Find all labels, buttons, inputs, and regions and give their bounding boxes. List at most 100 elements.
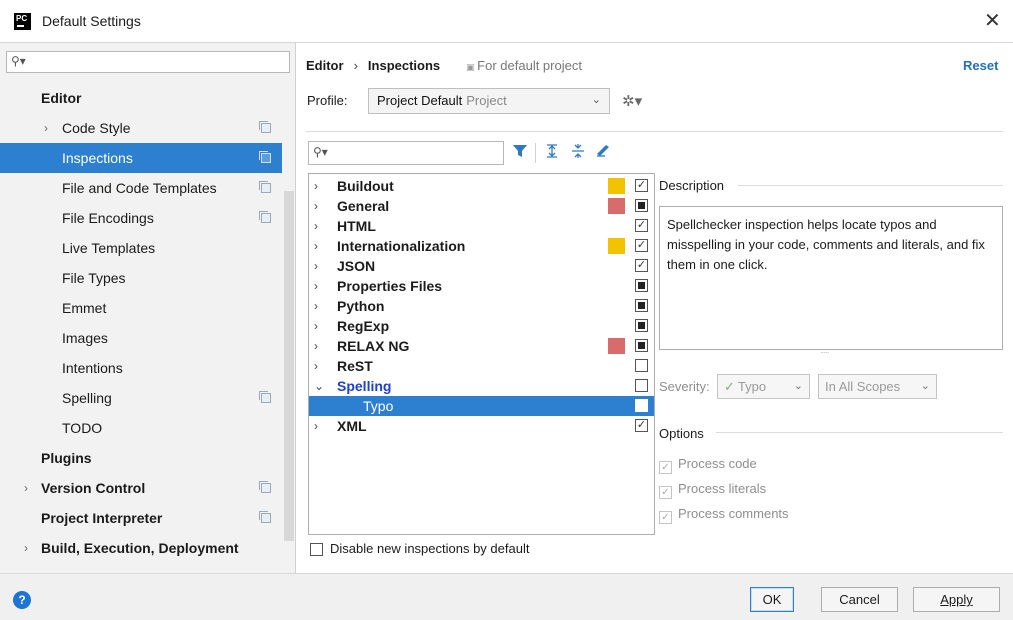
inspections-search-input[interactable]: ⚲▾ [308, 141, 504, 165]
enable-checkbox[interactable] [635, 379, 648, 392]
chevron-right-icon[interactable]: › [314, 356, 318, 376]
project-level-icon [259, 391, 271, 403]
enable-checkbox[interactable]: ✓ [635, 219, 648, 232]
sidebar-item[interactable]: Editor [0, 83, 282, 113]
enable-checkbox[interactable] [635, 299, 648, 312]
sidebar-item[interactable]: File and Code Templates [0, 173, 282, 203]
sidebar-item[interactable]: Plugins [0, 443, 282, 473]
sidebar-item-label: Inspections [62, 150, 133, 166]
gear-icon[interactable]: ✲▾ [622, 92, 642, 110]
sidebar-item-label: Build, Execution, Deployment [41, 540, 239, 556]
chevron-right-icon[interactable]: › [314, 276, 318, 296]
sidebar-item-label: Images [62, 330, 108, 346]
tree-row[interactable]: › RELAX NG [309, 336, 654, 356]
sidebar-item[interactable]: TODO [0, 413, 282, 443]
chevron-right-icon[interactable]: › [314, 216, 318, 236]
sidebar-item[interactable]: Images [0, 323, 282, 353]
tree-row-label: Properties Files [337, 278, 443, 294]
sidebar-item[interactable]: › Code Style [0, 113, 282, 143]
tree-row[interactable]: › Python [309, 296, 654, 316]
tree-row[interactable]: › XML ✓ [309, 416, 654, 436]
option-label: Process code [678, 456, 757, 471]
enable-checkbox[interactable]: ✓ [635, 179, 648, 192]
description-box: Spellchecker inspection helps locate typ… [659, 206, 1003, 350]
reset-link[interactable]: Reset [963, 58, 998, 73]
profile-dropdown[interactable]: Project Default Project ⌄ [368, 88, 610, 114]
tree-row[interactable]: › General [309, 196, 654, 216]
tree-row-label: Buildout [337, 178, 394, 194]
options-heading: Options [659, 426, 710, 441]
eraser-icon[interactable] [594, 143, 612, 163]
scope-value: In All Scopes [825, 379, 901, 394]
sidebar-item-label: Intentions [62, 360, 123, 376]
enable-checkbox[interactable]: ✓ [635, 239, 648, 252]
disable-new-inspections-checkbox[interactable] [310, 543, 323, 556]
tree-row[interactable]: › Internationalization ✓ [309, 236, 654, 256]
sidebar-item[interactable]: Project Interpreter [0, 503, 282, 533]
tree-row[interactable]: › ReST [309, 356, 654, 376]
chevron-right-icon[interactable]: › [314, 336, 318, 356]
option-checkbox[interactable]: ✓ Process comments [659, 506, 789, 524]
breadcrumb-editor[interactable]: Editor [306, 58, 344, 73]
tree-row[interactable]: › HTML ✓ [309, 216, 654, 236]
enable-checkbox[interactable]: ✓ [635, 419, 648, 432]
sidebar-item[interactable]: Inspections [0, 143, 282, 173]
resize-grip-icon[interactable]: ····· [820, 348, 829, 357]
sidebar-item[interactable]: Emmet [0, 293, 282, 323]
sidebar-item[interactable]: File Encodings [0, 203, 282, 233]
tree-row[interactable]: Typo [309, 396, 654, 416]
settings-search-input[interactable]: ⚲▾ [6, 51, 290, 73]
tree-row[interactable]: › Properties Files [309, 276, 654, 296]
sidebar-scrollbar[interactable] [284, 191, 294, 541]
close-icon[interactable]: ✕ [984, 8, 1001, 33]
severity-indicator [608, 338, 625, 354]
severity-dropdown[interactable]: ✓ Typo ⌄ [717, 374, 810, 399]
chevron-right-icon[interactable]: › [314, 296, 318, 316]
option-checkbox[interactable]: ✓ Process code [659, 456, 757, 474]
expand-all-icon[interactable] [544, 143, 560, 163]
chevron-right-icon[interactable]: › [314, 256, 318, 276]
chevron-down-icon[interactable]: ⌄ [314, 376, 324, 396]
ok-button[interactable]: OK [750, 587, 794, 612]
option-checkbox[interactable]: ✓ Process literals [659, 481, 766, 499]
chevron-right-icon[interactable]: › [314, 176, 318, 196]
chevron-right-icon[interactable]: › [314, 416, 318, 436]
option-label: Process comments [678, 506, 789, 521]
disable-new-inspections-label: Disable new inspections by default [330, 541, 530, 556]
sidebar-item[interactable]: Live Templates [0, 233, 282, 263]
sidebar-item[interactable]: Intentions [0, 353, 282, 383]
enable-checkbox[interactable] [635, 399, 648, 412]
description-heading: Description [659, 178, 731, 193]
enable-checkbox[interactable] [635, 279, 648, 292]
tree-row-label: Python [337, 298, 385, 314]
divider [306, 131, 1003, 132]
collapse-all-icon[interactable] [570, 143, 586, 163]
tree-row[interactable]: › JSON ✓ [309, 256, 654, 276]
profile-label: Profile: [307, 93, 348, 108]
scope-dropdown[interactable]: In All Scopes ⌄ [818, 374, 937, 399]
tree-row-label: XML [337, 418, 367, 434]
help-icon[interactable]: ? [13, 591, 31, 609]
cancel-button[interactable]: Cancel [821, 587, 898, 612]
chevron-right-icon: › [44, 121, 48, 135]
enable-checkbox[interactable] [635, 359, 648, 372]
chevron-right-icon[interactable]: › [314, 236, 318, 256]
chevron-right-icon[interactable]: › [314, 316, 318, 336]
tree-row[interactable]: › Buildout ✓ [309, 176, 654, 196]
tree-row-label: Spelling [337, 378, 392, 394]
project-level-icon [259, 121, 271, 133]
enable-checkbox[interactable]: ✓ [635, 259, 648, 272]
sidebar-item[interactable]: › Version Control [0, 473, 282, 503]
scope-hint: For default project [466, 58, 582, 73]
tree-row[interactable]: ⌄ Spelling [309, 376, 654, 396]
filter-icon[interactable] [512, 143, 528, 163]
enable-checkbox[interactable] [635, 319, 648, 332]
sidebar-item[interactable]: File Types [0, 263, 282, 293]
enable-checkbox[interactable] [635, 339, 648, 352]
chevron-right-icon[interactable]: › [314, 196, 318, 216]
tree-row[interactable]: › RegExp [309, 316, 654, 336]
enable-checkbox[interactable] [635, 199, 648, 212]
sidebar-item[interactable]: Spelling [0, 383, 282, 413]
apply-button[interactable]: Apply [913, 587, 1000, 612]
sidebar-item[interactable]: › Build, Execution, Deployment [0, 533, 282, 563]
